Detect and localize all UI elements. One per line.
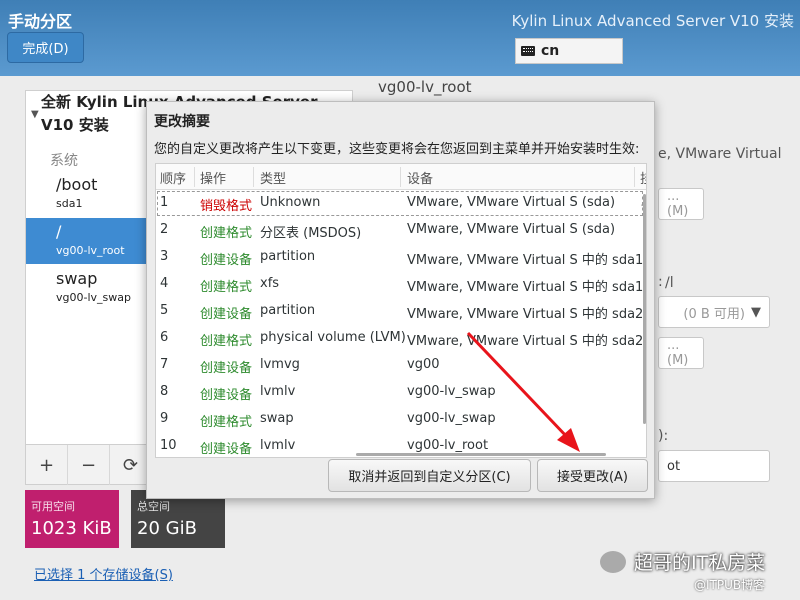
column-header-device[interactable]: 设备 xyxy=(407,168,433,187)
wechat-icon xyxy=(600,550,626,573)
system-section-label: 系统 xyxy=(50,153,78,169)
row-action: 创建设备 xyxy=(200,361,253,376)
row-order: 10 xyxy=(160,438,177,453)
available-space-value: 1023 KiB xyxy=(31,518,112,539)
row-order: 8 xyxy=(160,384,169,399)
chevron-down-icon: ▼ xyxy=(751,304,761,320)
name-input[interactable]: ot xyxy=(658,450,770,482)
row-order: 5 xyxy=(160,303,169,318)
changes-table[interactable]: 顺序 操作 类型 设备 挂 1 销毁格式 Unknown VMware, VMw… xyxy=(155,163,647,458)
free-space-label: (0 B 可用) xyxy=(683,306,745,322)
done-button[interactable]: 完成(D) xyxy=(7,32,84,63)
row-device: vg00 xyxy=(407,357,440,372)
table-row[interactable]: 4 创建格式 xfs VMware, VMware Virtual S 中的 s… xyxy=(156,271,644,298)
column-header-action[interactable]: 操作 xyxy=(200,168,226,187)
row-order: 9 xyxy=(160,411,169,426)
cancel-return-button[interactable]: 取消并返回到自定义分区(C) xyxy=(328,459,531,492)
column-divider xyxy=(253,167,254,187)
row-type: xfs xyxy=(260,276,280,291)
row-action: 创建格式 xyxy=(200,415,253,430)
volume-group-dropdown[interactable]: (0 B 可用) ▼ xyxy=(658,296,770,328)
row-device: VMware, VMware Virtual S 中的 sda2 xyxy=(407,334,644,349)
column-header-mount[interactable]: 挂 xyxy=(640,168,646,187)
row-order: 2 xyxy=(160,222,169,237)
page-title: 手动分区 xyxy=(8,12,73,31)
row-type: physical volume (LVM) xyxy=(260,330,406,345)
row-order: 6 xyxy=(160,330,169,345)
row-type: lvmlv xyxy=(260,384,296,399)
vertical-scrollbar[interactable] xyxy=(643,194,646,424)
dialog-description: 您的自定义更改将产生以下变更，这些变更将会在您返回到主菜单并开始安装时生效: xyxy=(154,142,640,157)
total-space-value: 20 GiB xyxy=(137,518,197,539)
dialog-title: 更改摘要 xyxy=(154,114,210,130)
modify-volume-group-button[interactable]: ...(M) xyxy=(658,337,704,369)
accept-changes-button[interactable]: 接受更改(A) xyxy=(537,459,648,492)
row-device: vg00-lv_root xyxy=(407,438,489,453)
row-type: partition xyxy=(260,303,316,318)
row-device: vg00-lv_swap xyxy=(407,384,496,399)
table-row[interactable]: 3 创建设备 partition VMware, VMware Virtual … xyxy=(156,244,644,271)
available-space-label: 可用空间 xyxy=(31,500,75,513)
row-type: lvmvg xyxy=(260,357,300,372)
row-order: 3 xyxy=(160,249,169,264)
row-action: 创建格式 xyxy=(200,226,253,241)
row-action: 销毁格式 xyxy=(200,199,253,214)
row-device: vg00-lv_swap xyxy=(407,411,496,426)
watermark-primary: 超哥的IT私房菜 xyxy=(634,552,766,574)
table-row[interactable]: 2 创建格式 分区表 (MSDOS) VMware, VMware Virtua… xyxy=(156,217,644,244)
table-header: 顺序 操作 类型 设备 挂 xyxy=(156,164,646,190)
keyboard-icon xyxy=(521,46,535,56)
label-colon: ): xyxy=(658,428,669,444)
table-row[interactable]: 8 创建设备 lvmlv vg00-lv_swap xyxy=(156,379,644,406)
row-type: 分区表 (MSDOS) xyxy=(260,226,362,241)
keyboard-layout-indicator[interactable]: cn xyxy=(515,38,623,64)
row-device: VMware, VMware Virtual S (sda) xyxy=(407,222,616,237)
selected-storage-link[interactable]: 已选择 1 个存储设备(S) xyxy=(34,564,173,583)
remove-mount-button[interactable]: − xyxy=(68,445,110,485)
row-action: 创建设备 xyxy=(200,253,253,268)
partition-device-text: e, VMware Virtual xyxy=(658,146,782,162)
available-space-box: 可用空间 1023 KiB xyxy=(25,490,119,548)
modify-device-button[interactable]: ...(M) xyxy=(658,188,704,220)
row-order: 7 xyxy=(160,357,169,372)
keyboard-layout-label: cn xyxy=(541,43,560,59)
watermark-secondary: @ITPUB博客 xyxy=(694,578,766,592)
row-order: 4 xyxy=(160,276,169,291)
row-device: VMware, VMware Virtual S (sda) xyxy=(407,195,616,210)
row-device: VMware, VMware Virtual S 中的 sda1 xyxy=(407,253,644,268)
row-type: swap xyxy=(260,411,294,426)
change-summary-dialog: 更改摘要 您的自定义更改将产生以下变更，这些变更将会在您返回到主菜单并开始安装时… xyxy=(146,101,655,499)
table-row[interactable]: 5 创建设备 partition VMware, VMware Virtual … xyxy=(156,298,644,325)
column-divider xyxy=(194,167,195,187)
column-divider xyxy=(634,167,635,187)
row-type: lvmlv xyxy=(260,438,296,453)
row-type: Unknown xyxy=(260,195,321,210)
mount-label-fragment: /l xyxy=(665,275,674,291)
row-device: VMware, VMware Virtual S 中的 sda1 xyxy=(407,280,644,295)
column-header-type[interactable]: 类型 xyxy=(260,168,286,187)
row-order: 1 xyxy=(160,195,169,210)
row-type: partition xyxy=(260,249,316,264)
watermark: 超哥的IT私房菜 xyxy=(600,548,765,575)
horizontal-scrollbar[interactable] xyxy=(356,453,606,456)
expander-arrow-icon[interactable]: ▼ xyxy=(31,109,39,120)
table-row[interactable]: 9 创建格式 swap vg00-lv_swap xyxy=(156,406,644,433)
device-type-colon: : xyxy=(658,274,663,290)
table-row[interactable]: 1 销毁格式 Unknown VMware, VMware Virtual S … xyxy=(156,190,646,217)
row-device: VMware, VMware Virtual S 中的 sda2 xyxy=(407,307,644,322)
add-mount-button[interactable]: + xyxy=(26,445,68,485)
installer-subtitle: Kylin Linux Advanced Server V10 安装 xyxy=(511,12,794,30)
table-row[interactable]: 7 创建设备 lvmvg vg00 xyxy=(156,352,644,379)
row-action: 创建格式 xyxy=(200,334,253,349)
table-row[interactable]: 6 创建格式 physical volume (LVM) VMware, VMw… xyxy=(156,325,644,352)
header-bar: 手动分区 Kylin Linux Advanced Server V10 安装 … xyxy=(0,0,800,76)
total-space-label: 总空间 xyxy=(137,500,170,513)
row-action: 创建设备 xyxy=(200,307,253,322)
partition-name-heading: vg00-lv_root xyxy=(378,78,472,96)
column-divider xyxy=(400,167,401,187)
row-action: 创建格式 xyxy=(200,280,253,295)
column-header-order[interactable]: 顺序 xyxy=(160,168,186,187)
row-action: 创建设备 xyxy=(200,442,253,457)
row-action: 创建设备 xyxy=(200,388,253,403)
